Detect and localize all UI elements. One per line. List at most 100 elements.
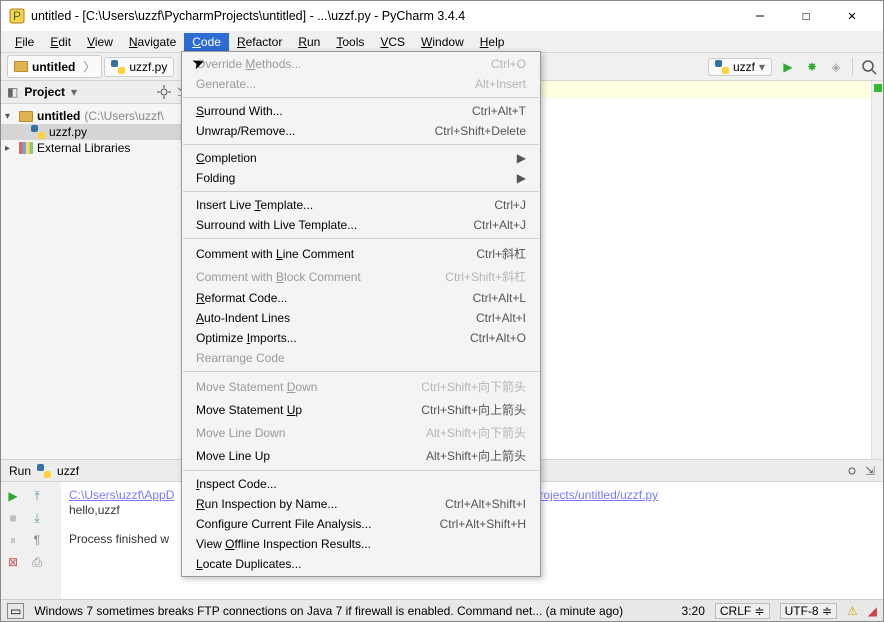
menu-item-completion[interactable]: Completion▶ xyxy=(182,148,540,168)
tree-root-path: (C:\Users\uzzf\ xyxy=(84,109,163,123)
menu-separator xyxy=(183,470,539,471)
line-separator[interactable]: CRLF ≑ xyxy=(715,603,770,619)
window-title: untitled - [C:\Users\uzzf\PycharmProject… xyxy=(31,9,737,23)
window-controls: — ☐ ✕ xyxy=(737,1,875,31)
chevron-down-icon[interactable]: ▾ xyxy=(71,85,77,99)
menu-tools[interactable]: Tools xyxy=(328,33,372,51)
folder-icon xyxy=(19,111,33,122)
menu-separator xyxy=(183,238,539,239)
inspection-indicator[interactable]: ⚠ xyxy=(847,604,858,618)
file-encoding[interactable]: UTF-8 ≑ xyxy=(780,603,837,619)
menu-item-view-offline-inspection-results[interactable]: View Offline Inspection Results... xyxy=(182,534,540,554)
tree-toggle-icon[interactable]: ▾ xyxy=(5,111,15,122)
menu-item-move-line-up[interactable]: Move Line UpAlt+Shift+向上箭头 xyxy=(182,444,540,467)
console-line-3: Process finished w xyxy=(69,532,169,546)
coverage-button[interactable]: ◈ xyxy=(828,59,844,75)
menu-item-configure-current-file-analysis[interactable]: Configure Current File Analysis...Ctrl+A… xyxy=(182,514,540,534)
rerun-button[interactable]: ▶ xyxy=(5,488,21,504)
scroll-up-button[interactable]: ⤒ xyxy=(29,488,45,504)
breadcrumb-project-label: untitled xyxy=(32,60,75,74)
titlebar: P untitled - [C:\Users\uzzf\PycharmProje… xyxy=(1,1,883,31)
code-menu-popup: Override Methods...Ctrl+OGenerate...Alt+… xyxy=(181,51,541,577)
project-dropdown-icon[interactable]: ◧ xyxy=(7,85,18,99)
caret-position: 3:20 xyxy=(682,604,705,618)
menu-run[interactable]: Run xyxy=(290,33,328,51)
menu-code[interactable]: Code xyxy=(184,33,229,51)
menu-refactor[interactable]: Refactor xyxy=(229,33,290,51)
notification-indicator[interactable]: ◢ xyxy=(868,604,877,618)
python-icon xyxy=(37,464,51,478)
tree-file-label: uzzf.py xyxy=(49,125,87,139)
tree-root[interactable]: ▾ untitled (C:\Users\uzzf\ xyxy=(1,108,193,124)
tree-external-libraries[interactable]: ▸ External Libraries xyxy=(1,140,193,156)
close-button[interactable]: ✕ xyxy=(829,1,875,31)
menu-navigate[interactable]: Navigate xyxy=(121,33,184,51)
menu-help[interactable]: Help xyxy=(472,33,513,51)
gear-icon[interactable] xyxy=(845,464,859,478)
run-config-selector[interactable]: uzzf ▾ xyxy=(708,58,772,76)
python-icon xyxy=(31,125,45,139)
menu-separator xyxy=(183,144,539,145)
maximize-button[interactable]: ☐ xyxy=(783,1,829,31)
project-pane-header[interactable]: ◧ Project ▾ ⇲ xyxy=(1,81,193,104)
menu-file[interactable]: File xyxy=(7,33,42,51)
menu-edit[interactable]: Edit xyxy=(42,33,79,51)
debug-button[interactable]: ✸ xyxy=(804,59,820,75)
project-pane: ◧ Project ▾ ⇲ ▾ untitled (C:\Users\uzzf\… xyxy=(1,81,194,459)
tree-ext-label: External Libraries xyxy=(37,141,130,155)
menu-separator xyxy=(183,371,539,372)
gear-icon[interactable] xyxy=(157,85,171,99)
menu-item-locate-duplicates[interactable]: Locate Duplicates... xyxy=(182,554,540,574)
menu-item-move-line-down: Move Line DownAlt+Shift+向下箭头 xyxy=(182,421,540,444)
chevron-right-icon: 〉 xyxy=(83,58,95,75)
app-icon: P xyxy=(9,8,25,24)
menu-item-run-inspection-by-name[interactable]: Run Inspection by Name...Ctrl+Alt+Shift+… xyxy=(182,494,540,514)
menu-item-folding[interactable]: Folding▶ xyxy=(182,168,540,188)
menu-item-override-methods: Override Methods...Ctrl+O xyxy=(182,54,540,74)
tree-root-label: untitled xyxy=(37,109,80,123)
menu-view[interactable]: View xyxy=(79,33,121,51)
menu-item-optimize-imports[interactable]: Optimize Imports...Ctrl+Alt+O xyxy=(182,328,540,348)
scroll-down-button[interactable]: ⤓ xyxy=(29,510,45,526)
analysis-ok-icon[interactable] xyxy=(874,84,882,92)
run-gutter: ▶ ■ ⏸ ⊠ ⤒ ⤓ ¶ ⎙ xyxy=(1,482,61,599)
python-icon xyxy=(715,60,729,74)
run-button[interactable]: ▶ xyxy=(780,59,796,75)
run-tab-label[interactable]: Run xyxy=(9,464,31,478)
statusbar-icon[interactable]: ▭ xyxy=(7,603,24,619)
svg-text:P: P xyxy=(13,9,21,23)
menu-separator xyxy=(183,97,539,98)
pane-title: Project xyxy=(24,85,65,99)
tree-file[interactable]: uzzf.py xyxy=(1,124,193,140)
menu-item-reformat-code[interactable]: Reformat Code...Ctrl+Alt+L xyxy=(182,288,540,308)
pause-button[interactable]: ⏸ xyxy=(5,532,21,548)
hide-icon[interactable]: ⇲ xyxy=(865,464,875,478)
folder-icon xyxy=(14,61,28,72)
menu-item-surround-with[interactable]: Surround With...Ctrl+Alt+T xyxy=(182,101,540,121)
menu-item-unwrap-remove[interactable]: Unwrap/Remove...Ctrl+Shift+Delete xyxy=(182,121,540,141)
menu-item-comment-with-line-comment[interactable]: Comment with Line CommentCtrl+斜杠 xyxy=(182,242,540,265)
run-config-label: uzzf xyxy=(57,464,79,478)
print-button[interactable]: ⎙ xyxy=(29,554,45,570)
chevron-down-icon: ▾ xyxy=(759,60,765,74)
library-icon xyxy=(19,142,33,154)
menu-window[interactable]: Window xyxy=(413,33,472,51)
breadcrumb-project[interactable]: untitled 〉 xyxy=(7,55,102,78)
close-run-button[interactable]: ⊠ xyxy=(5,554,21,570)
tree-toggle-icon[interactable]: ▸ xyxy=(5,143,15,154)
stop-button[interactable]: ■ xyxy=(5,510,21,526)
soft-wrap-button[interactable]: ¶ xyxy=(29,532,45,548)
menu-item-insert-live-template[interactable]: Insert Live Template...Ctrl+J xyxy=(182,195,540,215)
menu-item-auto-indent-lines[interactable]: Auto-Indent LinesCtrl+Alt+I xyxy=(182,308,540,328)
breadcrumb-file[interactable]: uzzf.py xyxy=(104,57,174,77)
search-icon[interactable] xyxy=(861,59,877,75)
minimize-button[interactable]: — xyxy=(737,1,783,31)
menu-item-surround-with-live-template[interactable]: Surround with Live Template...Ctrl+Alt+J xyxy=(182,215,540,235)
console-line-2: hello,uzzf xyxy=(69,503,120,517)
menu-item-inspect-code[interactable]: Inspect Code... xyxy=(182,474,540,494)
menu-separator xyxy=(183,191,539,192)
python-icon xyxy=(111,60,125,74)
console-path-start: C:\Users\uzzf\AppD xyxy=(69,488,174,502)
menu-item-move-statement-up[interactable]: Move Statement UpCtrl+Shift+向上箭头 xyxy=(182,398,540,421)
menu-vcs[interactable]: VCS xyxy=(372,33,413,51)
